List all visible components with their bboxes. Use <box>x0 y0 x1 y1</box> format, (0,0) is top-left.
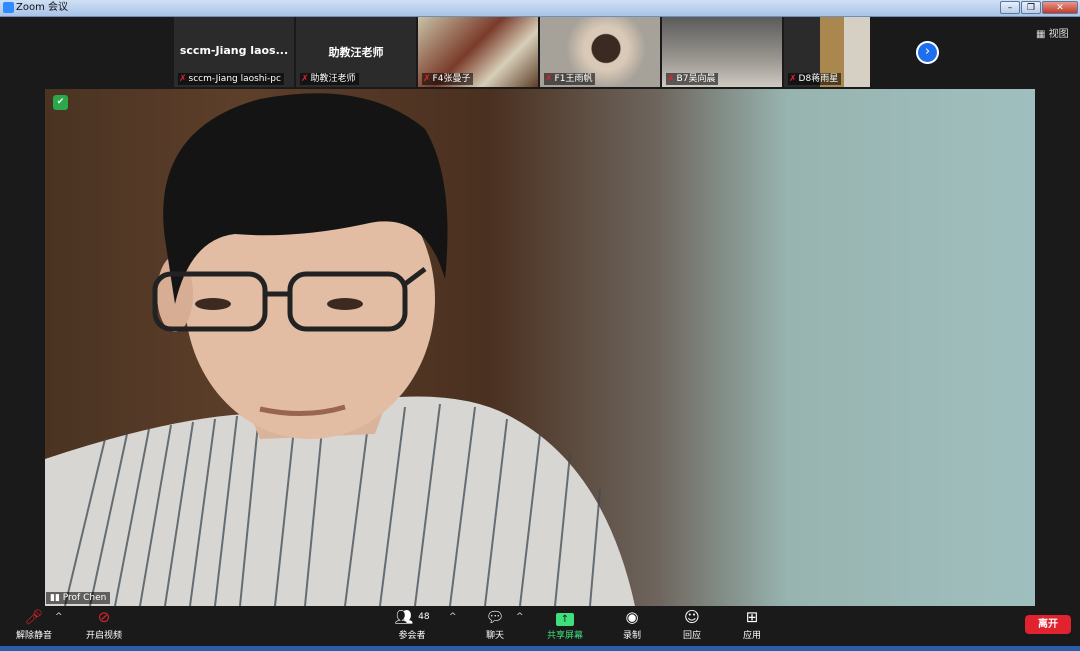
participant-big-name: sccm-Jiang laos... <box>179 44 289 57</box>
participant-tile-d8[interactable]: ✗ D8蒋雨星 <box>784 17 870 87</box>
close-button[interactable]: ✕ <box>1042 1 1078 14</box>
reactions-button[interactable]: ☺ 回应 <box>662 608 722 641</box>
apps-icon: ⊞ <box>745 608 759 626</box>
muted-mic-icon: ✗ <box>789 74 797 84</box>
minimize-button[interactable]: – <box>1000 1 1020 14</box>
speaker-name-label: ▮▮ Prof Chen <box>46 592 111 604</box>
maximize-button[interactable]: ❐ <box>1021 1 1041 14</box>
participant-name-label: ✗ sccm-Jiang laoshi-pc <box>178 73 284 85</box>
view-button[interactable]: ▦ 视图 <box>1036 25 1069 40</box>
participants-button[interactable]: 👥︎ 48 参会者 <box>382 608 442 641</box>
next-page-button[interactable]: › <box>916 41 939 64</box>
participants-icon: 👥︎ 48 <box>394 608 430 626</box>
window-titlebar: Zoom 会议 – ❐ ✕ <box>0 0 1080 17</box>
participant-tile-assistant[interactable]: 助教汪老师 ✗ 助教汪老师 <box>296 17 416 87</box>
grid-view-icon: ▦ <box>1036 29 1049 40</box>
participant-count: 48 <box>418 612 430 622</box>
share-screen-button[interactable]: ↑ 共享屏幕 <box>535 608 595 641</box>
start-video-button[interactable]: ⊘ 开启视频 <box>74 608 134 641</box>
signal-icon: ▮▮ <box>50 593 63 603</box>
security-shield-icon[interactable]: ✔ <box>53 95 68 110</box>
participant-tile-b7[interactable]: ✗ B7吴向晨 <box>662 17 782 87</box>
participant-name-label: ✗ B7吴向晨 <box>666 73 719 85</box>
participant-big-name: 助教汪老师 <box>328 46 384 59</box>
participant-tile-f1[interactable]: ✗ F1王雨帆 <box>540 17 660 87</box>
windows-taskbar <box>0 646 1080 651</box>
muted-mic-icon: ✗ <box>423 74 431 84</box>
record-icon: ◉ <box>625 608 639 626</box>
participants-options-caret[interactable]: ^ <box>449 612 457 622</box>
record-button[interactable]: ◉ 录制 <box>602 608 662 641</box>
window-title: Zoom 会议 <box>16 2 69 13</box>
muted-mic-icon: ✗ <box>179 74 187 84</box>
participant-name-label: ✗ D8蒋雨星 <box>788 73 842 85</box>
share-screen-icon: ↑ <box>535 608 595 626</box>
speaker-figure <box>45 93 635 606</box>
muted-mic-icon: ✗ <box>545 74 553 84</box>
speaker-video <box>45 89 1035 606</box>
participant-name-label: ✗ 助教汪老师 <box>300 73 359 85</box>
leave-button[interactable]: 离开 <box>1025 615 1071 634</box>
zoom-logo-icon <box>3 2 14 13</box>
muted-mic-icon: ✗ <box>301 74 309 84</box>
participant-name-label: ✗ F4张曼子 <box>422 73 474 85</box>
participant-tile-jiang[interactable]: sccm-Jiang laos... ✗ sccm-Jiang laoshi-pc <box>174 17 294 87</box>
chat-options-caret[interactable]: ^ <box>516 612 524 622</box>
video-off-icon: ⊘ <box>97 608 111 626</box>
participant-name-label: ✗ F1王雨帆 <box>544 73 596 85</box>
smiley-icon: ☺ <box>684 608 700 626</box>
chevron-right-icon: › <box>924 44 931 59</box>
participant-tile-f4[interactable]: ✗ F4张曼子 <box>418 17 538 87</box>
audio-options-caret[interactable]: ^ <box>55 612 63 622</box>
apps-button[interactable]: ⊞ 应用 <box>722 608 782 641</box>
muted-mic-icon: ✗ <box>667 74 675 84</box>
